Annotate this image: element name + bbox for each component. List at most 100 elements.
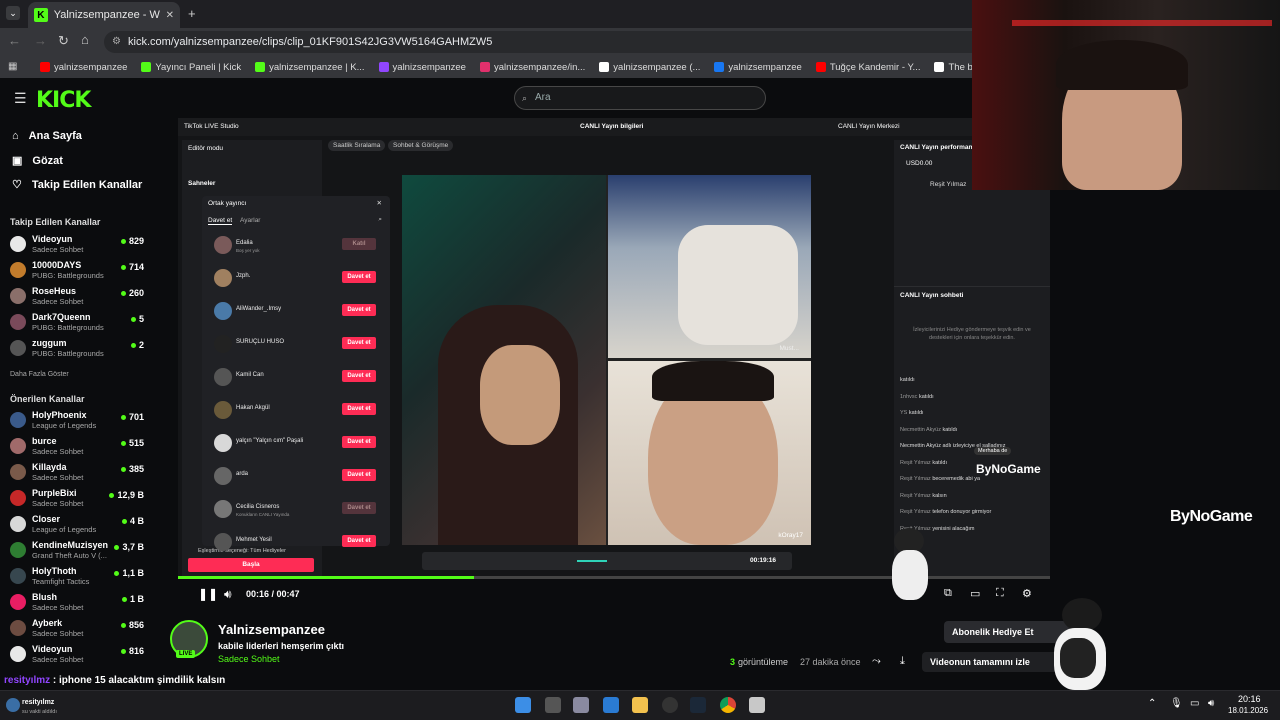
- app-icon[interactable]: [603, 697, 619, 713]
- invite-button[interactable]: Davet et: [342, 271, 376, 283]
- share-icon[interactable]: ⤳: [872, 655, 881, 668]
- sidebar-channel[interactable]: HolyPhoenix League of Legends 701: [10, 410, 148, 434]
- new-tab-icon[interactable]: +: [188, 6, 196, 21]
- sidebar-channel[interactable]: Videoyun Sadece Sohbet 829: [10, 234, 148, 258]
- clock-time[interactable]: 20:16: [1238, 694, 1261, 704]
- invitee-row: Hakan Akgül Davet et: [214, 399, 384, 423]
- pill-hourly-rank[interactable]: Saatlik Sıralama: [328, 140, 386, 151]
- popup-tab-invite[interactable]: Davet et: [208, 217, 233, 225]
- back-icon[interactable]: ←: [8, 33, 21, 48]
- nav-browse[interactable]: ▣ Gözat: [12, 154, 63, 168]
- sidebar-channel[interactable]: Closer League of Legends 4 B: [10, 514, 148, 538]
- mic-icon[interactable]: 🎙︎: [1170, 698, 1183, 709]
- invite-button[interactable]: Davet et: [342, 436, 376, 448]
- site-info-icon[interactable]: ⚙: [112, 31, 121, 53]
- popup-search-icon[interactable]: ⌕: [378, 216, 382, 224]
- sidebar-channel[interactable]: Dark7Queenn PUBG: Battlegrounds 5: [10, 312, 148, 336]
- invite-button[interactable]: Davet et: [342, 502, 376, 514]
- channel-avatar: [10, 236, 26, 252]
- task-view-icon[interactable]: [545, 697, 561, 713]
- bookmark-favicon-icon: [479, 62, 490, 72]
- bookmark-item[interactable]: yalnizsempanzee: [40, 62, 127, 73]
- sidebar-channel[interactable]: HolyThoth Teamfight Tactics 1,1 B: [10, 566, 148, 590]
- home-icon[interactable]: ⌂: [81, 32, 89, 47]
- invite-button[interactable]: Davet et: [342, 337, 376, 349]
- sidebar-channel[interactable]: KendineMuzisyen Grand Theft Auto V (... 3,…: [10, 540, 148, 564]
- volume-icon[interactable]: 🔊︎: [224, 587, 232, 602]
- chrome-icon[interactable]: [720, 697, 736, 713]
- bookmark-item[interactable]: yalnizsempanzee/in...: [479, 62, 585, 73]
- user-avatar[interactable]: [6, 698, 20, 712]
- apps-icon[interactable]: ▦: [8, 61, 17, 72]
- clip-icon[interactable]: ⧉: [944, 587, 952, 600]
- fullscreen-icon[interactable]: ⛶: [996, 587, 1004, 600]
- search-input[interactable]: ⌕ Ara: [514, 86, 766, 110]
- menu-icon[interactable]: ☰: [14, 90, 27, 107]
- sidebar-channel[interactable]: 10000DAYS PUBG: Battlegrounds 714: [10, 260, 148, 284]
- pause-icon[interactable]: ❚❚: [198, 587, 218, 601]
- app-icon[interactable]: [573, 697, 589, 713]
- webcam-overlay: [972, 0, 1280, 190]
- network-icon[interactable]: ▭: [1190, 698, 1199, 709]
- pill-chat-call[interactable]: Sohbet & Görüşme: [388, 140, 454, 151]
- sidebar-channel[interactable]: Blush Sadece Sohbet 1 B: [10, 592, 148, 616]
- tab-close-icon[interactable]: ✕: [166, 10, 174, 21]
- kick-logo[interactable]: KICK: [36, 88, 91, 113]
- invite-button[interactable]: Katıl: [342, 238, 376, 250]
- bookmark-favicon-icon: [714, 62, 725, 72]
- speaker-icon[interactable]: 🔊︎: [1208, 698, 1214, 709]
- viewer-count: 714: [121, 262, 144, 272]
- invite-button[interactable]: Davet et: [342, 535, 376, 547]
- studio-center-link[interactable]: CANLI Yayın Merkezi: [838, 123, 900, 130]
- bookmark-item[interactable]: yalnizsempanzee | K...: [255, 62, 365, 73]
- bookmark-item[interactable]: Tuğçe Kandemir - Y...: [815, 62, 920, 73]
- app-icon[interactable]: [749, 697, 765, 713]
- editor-mode[interactable]: Editör modu: [188, 145, 223, 152]
- channel-name[interactable]: Yalnizsempanzee: [218, 622, 325, 637]
- start-button[interactable]: Başla: [188, 558, 314, 572]
- invite-button[interactable]: Davet et: [342, 403, 376, 415]
- steam-icon[interactable]: [690, 697, 706, 713]
- bookmark-item[interactable]: yalnizsempanzee: [714, 62, 802, 73]
- download-icon[interactable]: ⤓: [900, 655, 905, 668]
- bookmark-favicon-icon: [141, 62, 152, 72]
- invite-button[interactable]: Davet et: [342, 304, 376, 316]
- volume-bar[interactable]: [577, 560, 607, 562]
- tray-chevron-icon[interactable]: ⌃: [1148, 698, 1156, 709]
- chat-title: CANLI Yayın sohbeti: [900, 292, 964, 299]
- sidebar-channel[interactable]: PurpleBixi Sadece Sohbet 12,9 B: [10, 488, 148, 512]
- nav-following[interactable]: ♡ Takip Edilen Kanallar: [12, 178, 142, 192]
- file-explorer-icon[interactable]: [632, 697, 648, 713]
- channel-category: Sadece Sohbet: [32, 603, 84, 612]
- theater-icon[interactable]: ▭: [970, 587, 980, 600]
- sidebar-channel[interactable]: burce Sadece Sohbet 515: [10, 436, 148, 460]
- show-more-link[interactable]: Daha Fazla Göster: [10, 371, 69, 378]
- sidebar-channel[interactable]: zuggum PUBG: Battlegrounds 2: [10, 338, 148, 362]
- bookmark-item[interactable]: yalnizsempanzee (...: [599, 62, 700, 73]
- reload-icon[interactable]: ↻: [58, 33, 69, 49]
- nav-home[interactable]: ⌂ Ana Sayfa: [12, 130, 82, 142]
- browser-tab[interactable]: K Yalnizsempanzee - Watch cl ✕: [28, 2, 180, 28]
- windows-start-icon[interactable]: [515, 697, 531, 713]
- chat-user: Reşit Yılmaz: [900, 459, 931, 466]
- popup-tab-settings[interactable]: Ayarlar: [240, 217, 260, 224]
- nav-label: Gözat: [32, 154, 63, 167]
- invite-button[interactable]: Davet et: [342, 370, 376, 382]
- settings-icon[interactable]: ⚙: [1022, 587, 1032, 600]
- bookmark-item[interactable]: yalnizsempanzee: [378, 62, 466, 73]
- tab-list-icon[interactable]: ⌄: [6, 6, 20, 20]
- say-hello-button[interactable]: Merhaba de: [974, 447, 1012, 455]
- sidebar-channel[interactable]: RoseHeus Sadece Sohbet 260: [10, 286, 148, 310]
- forward-icon[interactable]: →: [34, 33, 47, 48]
- invite-button[interactable]: Davet et: [342, 469, 376, 481]
- url-field[interactable]: ⚙ kick.com/yalnizsempanzee/clips/clip_01…: [104, 31, 984, 53]
- bookmark-item[interactable]: Yayıncı Paneli | Kick: [141, 62, 241, 73]
- popup-close-icon[interactable]: ✕: [377, 199, 382, 207]
- sidebar-channel[interactable]: Killayda Sadece Sohbet 385: [10, 462, 148, 486]
- app-icon[interactable]: [662, 697, 678, 713]
- clock-date[interactable]: 18.01.2026: [1228, 706, 1268, 715]
- sidebar-channel[interactable]: Ayberk Sadece Sohbet 856: [10, 618, 148, 642]
- sidebar-channel[interactable]: Videoyun Sadece Sohbet 816: [10, 644, 148, 668]
- overlay-chat-text: iphone 15 alacaktım şimdilik kalsın: [59, 675, 226, 686]
- stream-category[interactable]: Sadece Sohbet: [218, 654, 280, 664]
